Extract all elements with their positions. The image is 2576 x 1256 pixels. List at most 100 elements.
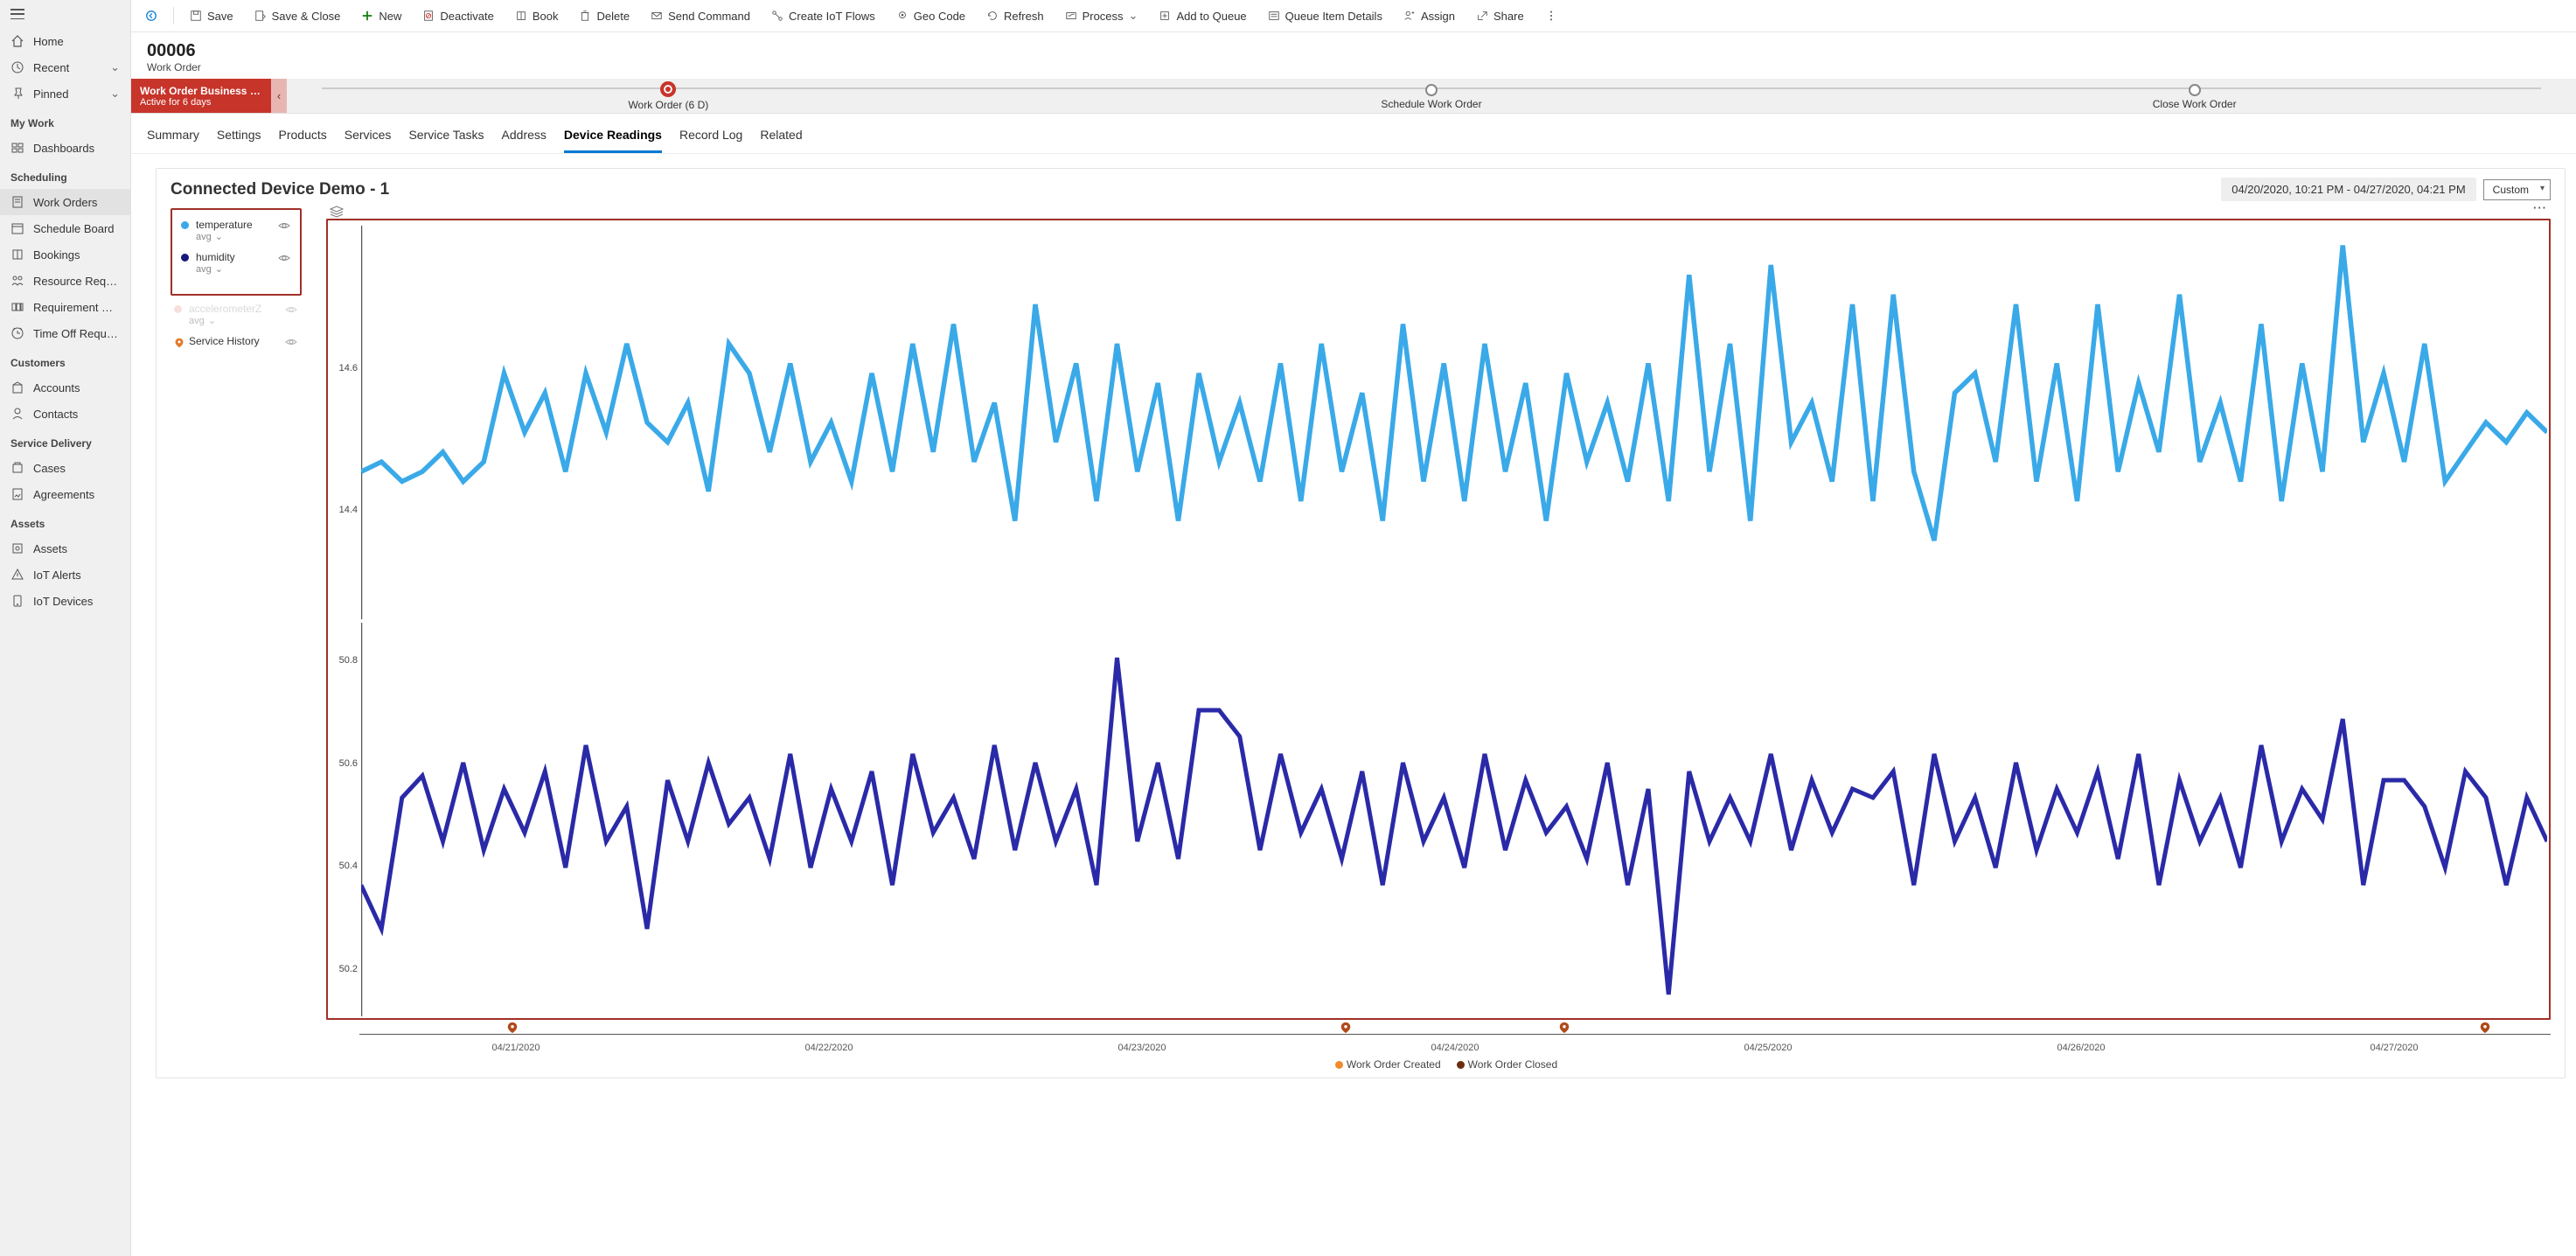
bpf-stage[interactable]: Close Work Order bbox=[1813, 82, 2576, 110]
grp-icon bbox=[10, 300, 24, 314]
cmd-create iot flows[interactable]: Create IoT Flows bbox=[762, 4, 884, 28]
date-range-display[interactable]: 04/20/2020, 10:21 PM - 04/27/2020, 04:21… bbox=[2221, 178, 2475, 201]
nav-group-header: Scheduling bbox=[0, 161, 130, 189]
business-process-flow: Work Order Business Pro... Active for 6 … bbox=[131, 79, 2576, 114]
bpf-stage-dot bbox=[2189, 84, 2201, 96]
tab-service tasks[interactable]: Service Tasks bbox=[408, 122, 484, 153]
chart-more-button[interactable]: ··· bbox=[2533, 201, 2547, 214]
legend-series[interactable]: humidityavg ⌄ bbox=[178, 249, 295, 276]
bpf-stage[interactable]: Work Order (6 D) bbox=[287, 81, 1050, 111]
sidebar-item[interactable]: Agreements bbox=[0, 481, 130, 507]
cmd-queue item details[interactable]: Queue Item Details bbox=[1259, 4, 1391, 28]
nav-group-header: Customers bbox=[0, 346, 130, 374]
cmd-save[interactable]: Save bbox=[181, 4, 242, 28]
tab-device readings[interactable]: Device Readings bbox=[564, 122, 662, 153]
temperature-line-chart bbox=[361, 226, 2547, 619]
series-color-dot bbox=[174, 338, 182, 345]
cmd-share[interactable]: Share bbox=[1467, 4, 1533, 28]
legend-series-extra[interactable]: accelerometerZavg ⌄ bbox=[171, 301, 302, 328]
cmd-geo code[interactable]: Geo Code bbox=[888, 4, 974, 28]
time-icon bbox=[10, 326, 24, 340]
tab-services[interactable]: Services bbox=[345, 122, 392, 153]
share-icon bbox=[1476, 10, 1488, 22]
deact-icon bbox=[422, 10, 435, 22]
cmd-deactivate[interactable]: Deactivate bbox=[414, 4, 502, 28]
hamburger-button[interactable] bbox=[0, 0, 130, 28]
sidebar-item[interactable]: Requirement Groups bbox=[0, 294, 130, 320]
home-icon bbox=[10, 34, 24, 48]
cmd-refresh[interactable]: Refresh bbox=[978, 4, 1053, 28]
cmd-save & close[interactable]: Save & Close bbox=[246, 4, 350, 28]
tab-summary[interactable]: Summary bbox=[147, 122, 199, 153]
save-icon bbox=[190, 10, 202, 22]
cmd-process[interactable]: Process⌄ bbox=[1056, 3, 1147, 28]
cmd-more[interactable] bbox=[1536, 4, 1566, 27]
x-axis: 04/21/202004/22/202004/23/202004/24/2020… bbox=[359, 1043, 2551, 1053]
x-tick-label: 04/21/2020 bbox=[359, 1043, 672, 1053]
bpf-name-panel[interactable]: Work Order Business Pro... Active for 6 … bbox=[131, 79, 271, 113]
sidebar-item[interactable]: IoT Alerts bbox=[0, 562, 130, 588]
nav-group-header: Assets bbox=[0, 507, 130, 535]
tab-products[interactable]: Products bbox=[279, 122, 327, 153]
tab-address[interactable]: Address bbox=[502, 122, 547, 153]
bpf-stage-dot bbox=[660, 81, 676, 97]
req-icon bbox=[10, 274, 24, 288]
cmd-assign[interactable]: Assign bbox=[1395, 4, 1464, 28]
sidebar-item[interactable]: Dashboards bbox=[0, 135, 130, 161]
legend-series[interactable]: temperatureavg ⌄ bbox=[178, 217, 295, 244]
sidebar-item[interactable]: Cases bbox=[0, 455, 130, 481]
doc-icon bbox=[10, 195, 24, 209]
back-icon bbox=[145, 10, 157, 22]
flow-icon bbox=[771, 10, 783, 22]
qdetails-icon bbox=[1268, 10, 1280, 22]
sidebar-item-pinned[interactable]: Pinned⌄ bbox=[0, 80, 130, 107]
series-color-dot bbox=[181, 221, 189, 229]
agr-icon bbox=[10, 487, 24, 501]
sidebar-item[interactable]: Work Orders bbox=[0, 189, 130, 215]
nav-group-header: Service Delivery bbox=[0, 427, 130, 455]
x-tick-label: 04/22/2020 bbox=[672, 1043, 985, 1053]
eye-icon[interactable] bbox=[284, 335, 298, 352]
sidebar-item-home[interactable]: Home bbox=[0, 28, 130, 54]
nav-group-header: My Work bbox=[0, 107, 130, 135]
bpf-stage[interactable]: Schedule Work Order bbox=[1050, 82, 1814, 110]
sidebar-item[interactable]: Schedule Board bbox=[0, 215, 130, 241]
eye-icon[interactable] bbox=[277, 219, 291, 235]
person-icon bbox=[10, 407, 24, 421]
sidebar-item[interactable]: IoT Devices bbox=[0, 588, 130, 614]
tab-settings[interactable]: Settings bbox=[217, 122, 261, 153]
cmd-back[interactable] bbox=[136, 4, 166, 27]
sidebar-item[interactable]: Time Off Requests bbox=[0, 320, 130, 346]
form-tabs: Summary Settings Products Services Service T… bbox=[131, 114, 2576, 154]
cmd-new[interactable]: New bbox=[352, 4, 410, 28]
service-history-markers bbox=[359, 1022, 2551, 1034]
marker-type-legend: Work Order CreatedWork Order Closed bbox=[326, 1053, 2551, 1072]
refresh-icon bbox=[986, 10, 999, 22]
cmd-book[interactable]: Book bbox=[506, 4, 567, 28]
x-tick-label: 04/24/2020 bbox=[1298, 1043, 1612, 1053]
sidebar-item[interactable]: Accounts bbox=[0, 374, 130, 401]
cmd-add to queue[interactable]: Add to Queue bbox=[1150, 4, 1255, 28]
sidebar-item-recent[interactable]: Recent⌄ bbox=[0, 54, 130, 80]
eye-icon[interactable] bbox=[284, 303, 298, 319]
cmd-delete[interactable]: Delete bbox=[570, 4, 638, 28]
sidebar-item[interactable]: Resource Requireme... bbox=[0, 268, 130, 294]
record-header: 00006 Work Order bbox=[131, 32, 2576, 79]
sidebar-item[interactable]: Contacts bbox=[0, 401, 130, 427]
bpf-collapse-button[interactable]: ‹ bbox=[271, 79, 287, 113]
clock-icon bbox=[10, 60, 24, 74]
tab-record log[interactable]: Record Log bbox=[679, 122, 742, 153]
eye-icon[interactable] bbox=[277, 251, 291, 268]
tab-related[interactable]: Related bbox=[760, 122, 802, 153]
chevron-down-icon: ⌄ bbox=[110, 87, 120, 101]
case-icon bbox=[10, 461, 24, 475]
sidebar-item[interactable]: Assets bbox=[0, 535, 130, 562]
range-preset-select[interactable]: Custom bbox=[2483, 179, 2551, 200]
sidebar-item[interactable]: Bookings bbox=[0, 241, 130, 268]
cmd-send command[interactable]: Send Command bbox=[642, 4, 759, 28]
device-readings-card: Connected Device Demo - 1 04/20/2020, 10… bbox=[156, 168, 2566, 1078]
delete-icon bbox=[579, 10, 591, 22]
legend-series-extra[interactable]: Service History bbox=[171, 333, 302, 353]
geo-icon bbox=[896, 10, 909, 22]
more-icon bbox=[1545, 10, 1557, 22]
